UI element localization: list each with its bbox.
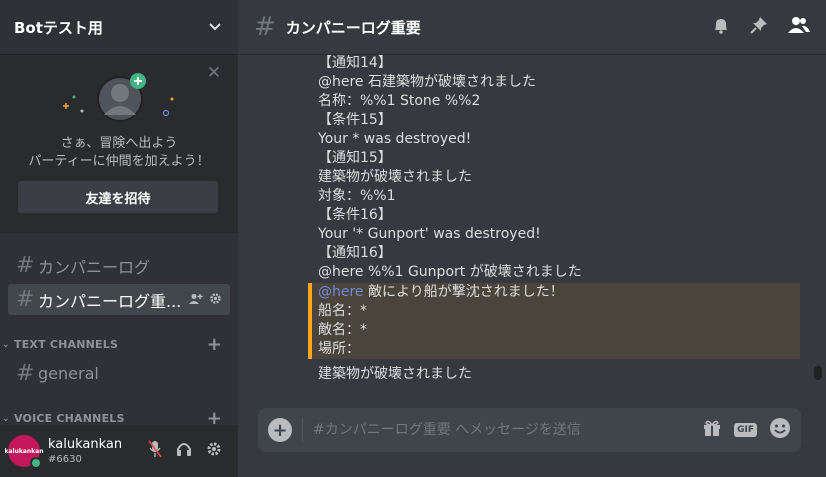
channel-header: # カンパニーログ重要: [238, 0, 826, 54]
headphones-icon[interactable]: [176, 441, 192, 461]
close-icon[interactable]: ✕: [207, 65, 221, 82]
avatar-text: kalukankan: [4, 447, 44, 455]
hash-icon: #: [16, 361, 35, 386]
category-text-channels[interactable]: ⌄ TEXT CHANNELS +: [2, 335, 230, 353]
message-line: 【通知15】: [318, 150, 392, 166]
hash-icon: #: [16, 287, 35, 312]
member-list-icon[interactable]: [788, 16, 810, 38]
message-line: 対象：%%1: [318, 188, 396, 204]
server-name: Botテスト用: [14, 18, 103, 37]
message-composer: + GIF: [258, 408, 801, 452]
gear-icon[interactable]: [209, 290, 222, 309]
message-line: 【条件15】: [318, 112, 392, 128]
hash-icon: #: [254, 12, 276, 42]
message-line: @here 石建築物が破壊されました: [318, 74, 536, 90]
mute-microphone-icon[interactable]: [148, 440, 162, 462]
chat-area: # カンパニーログ重要 【通知14】 @here 石建築物が破壊されました 名称…: [238, 0, 826, 477]
gift-icon[interactable]: [702, 418, 722, 442]
message-line: 建築物が破壊されました: [318, 169, 472, 185]
bell-icon[interactable]: [712, 16, 730, 38]
status-online-icon: [30, 457, 42, 469]
channel-label: カンパニーログ: [38, 257, 151, 277]
category-label: TEXT CHANNELS: [14, 338, 119, 351]
message-input[interactable]: [313, 422, 703, 438]
message-list[interactable]: 【通知14】 @here 石建築物が破壊されました 名称：%%1 Stone %…: [238, 54, 808, 388]
message-line: 船名：*: [318, 303, 367, 319]
message-line: Your * was destroyed!: [318, 131, 472, 147]
channel-item-company-log-important[interactable]: # カンパニーログ重...: [8, 284, 230, 315]
emoji-icon[interactable]: [769, 417, 791, 443]
channel-item-general[interactable]: # general: [8, 358, 230, 389]
invite-friends-button[interactable]: 友達を招待: [18, 181, 218, 213]
category-label: VOICE CHANNELS: [14, 412, 125, 425]
scrollbar[interactable]: [814, 56, 822, 386]
invite-text: さぁ、冒険へ出よう パーティーに仲間を加えよう！: [0, 135, 238, 171]
channel-item-company-log[interactable]: # カンパニーログ: [8, 250, 230, 281]
discord-app: Botテスト用 ✕ さぁ、冒険へ出よう パーティーに仲間を加えよう！ 友達を招待…: [0, 0, 826, 477]
message-line: 【通知16】: [318, 245, 392, 261]
add-channel-icon[interactable]: +: [207, 335, 222, 353]
sparkle-icon: [63, 95, 174, 117]
user-settings-gear-icon[interactable]: [206, 441, 222, 461]
channel-label: general: [38, 364, 99, 383]
message-line: Your '* Gunport' was destroyed!: [318, 226, 541, 242]
user-info: kalukankan #6630: [48, 437, 148, 465]
invite-card: ✕ さぁ、冒険へ出よう パーティーに仲間を加えよう！ 友達を招待: [0, 55, 238, 233]
message-line: 建築物が破壊されました: [318, 366, 472, 382]
message-line: 名称：%%1 Stone %%2: [318, 93, 481, 109]
channel-title: カンパニーログ重要: [285, 18, 421, 37]
invite-line-1: さぁ、冒険へ出よう: [60, 136, 178, 151]
chevron-down-icon: ⌄: [2, 413, 10, 424]
invite-line-2: パーティーに仲間を加えよう！: [28, 154, 210, 169]
message-line: 敵名：*: [318, 322, 367, 338]
user-name: kalukankan: [48, 437, 123, 452]
hash-icon: #: [16, 253, 35, 278]
scrollbar-thumb[interactable]: [814, 366, 822, 380]
pin-icon[interactable]: [750, 16, 768, 38]
add-channel-icon[interactable]: +: [207, 409, 222, 427]
server-header[interactable]: Botテスト用: [0, 0, 238, 54]
chevron-down-icon: ⌄: [2, 339, 10, 350]
gif-button[interactable]: GIF: [734, 423, 757, 437]
add-member-icon[interactable]: [189, 290, 203, 309]
message-line: 【通知14】: [318, 55, 392, 71]
message-line: 【条件16】: [318, 207, 392, 223]
channel-label: カンパニーログ重...: [38, 291, 182, 311]
message-line: @here 敵により船が撃沈されました！: [318, 283, 800, 302]
divider: [302, 418, 303, 442]
message-text: 敵により船が撃沈されました！: [363, 284, 564, 300]
avatar[interactable]: kalukankan: [5, 435, 44, 469]
chevron-down-icon[interactable]: [208, 20, 222, 34]
user-panel: kalukankan kalukankan #6630: [0, 425, 238, 477]
mention-highlighted-message: @here 敵により船が撃沈されました！ 船名：* 敵名：* 場所：: [308, 283, 800, 359]
message-line: @here %%1 Gunport が破壊されました: [318, 264, 582, 280]
upload-plus-icon[interactable]: +: [268, 418, 292, 442]
message-line: 場所：: [318, 341, 360, 357]
mention-tag[interactable]: @here: [318, 284, 364, 300]
category-voice-channels[interactable]: ⌄ VOICE CHANNELS +: [2, 409, 230, 427]
channel-sidebar: Botテスト用 ✕ さぁ、冒険へ出よう パーティーに仲間を加えよう！ 友達を招待…: [0, 0, 238, 477]
user-tag: #6630: [48, 454, 82, 465]
